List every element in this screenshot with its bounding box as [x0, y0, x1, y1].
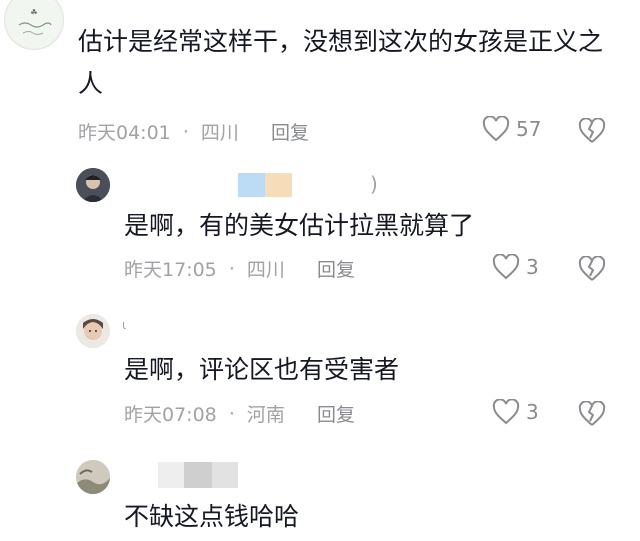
blurred-username: [158, 462, 238, 488]
avatar[interactable]: ☘: [4, 0, 64, 50]
location: 四川: [246, 259, 285, 281]
location: 河南: [246, 404, 285, 426]
separator: ·: [228, 257, 235, 280]
comment-text: 是啊，评论区也有受害者: [124, 355, 400, 384]
comment-meta: 昨天07:08 · 河南 回复: [124, 400, 355, 427]
comment-text: 是啊，有的美女估计拉黑就算了: [124, 211, 475, 240]
dislike-button[interactable]: [578, 118, 606, 144]
reply-button[interactable]: 回复: [317, 259, 355, 281]
comment-meta: 昨天04:01 · 四川 回复: [78, 118, 309, 145]
blur-block: [265, 173, 292, 197]
avatar[interactable]: [76, 460, 110, 494]
avatar-image: [76, 168, 110, 202]
avatar-image: ☘: [6, 0, 62, 48]
dislike-button[interactable]: [578, 256, 606, 282]
broken-heart-icon: [578, 118, 606, 143]
avatar-image: [76, 460, 110, 494]
username-suffix: ι: [122, 318, 127, 332]
comment-text: 估计是经常这样干，没想到这次的女孩是正义之 人: [78, 22, 618, 104]
separator: ·: [228, 402, 235, 425]
blur-block: [238, 173, 265, 197]
heart-icon: [482, 116, 510, 142]
blur-block: [184, 462, 212, 488]
blur-block: [212, 462, 238, 488]
comment-text: 不缺这点钱哈哈: [124, 502, 300, 531]
blur-block: [158, 462, 184, 488]
avatar-image: [76, 314, 110, 348]
comment-text-line: 人: [78, 69, 104, 98]
heart-icon: [492, 399, 520, 425]
reply-button[interactable]: 回复: [317, 404, 355, 426]
like-button[interactable]: 3: [492, 254, 539, 280]
timestamp: 昨天17:05: [124, 259, 217, 281]
separator: ·: [182, 120, 189, 143]
comment-meta: 昨天17:05 · 四川 回复: [124, 255, 355, 282]
dislike-button[interactable]: [578, 401, 606, 427]
broken-heart-icon: [578, 256, 606, 281]
like-button[interactable]: 3: [492, 399, 539, 425]
heart-icon: [492, 254, 520, 280]
like-count: 57: [516, 117, 542, 141]
timestamp: 昨天04:01: [78, 122, 171, 144]
location: 四川: [200, 122, 239, 144]
svg-text:☘: ☘: [30, 8, 37, 17]
timestamp: 昨天07:08: [124, 404, 217, 426]
like-button[interactable]: 57: [482, 116, 541, 142]
avatar[interactable]: [76, 168, 110, 202]
broken-heart-icon: [578, 401, 606, 426]
username-suffix: ): [370, 172, 378, 196]
blurred-username: [238, 173, 292, 197]
comment-text-line: 估计是经常这样干，没想到这次的女孩是正义之: [78, 27, 604, 56]
avatar[interactable]: [76, 314, 110, 348]
like-count: 3: [526, 255, 539, 279]
like-count: 3: [526, 400, 539, 424]
reply-button[interactable]: 回复: [271, 122, 309, 144]
